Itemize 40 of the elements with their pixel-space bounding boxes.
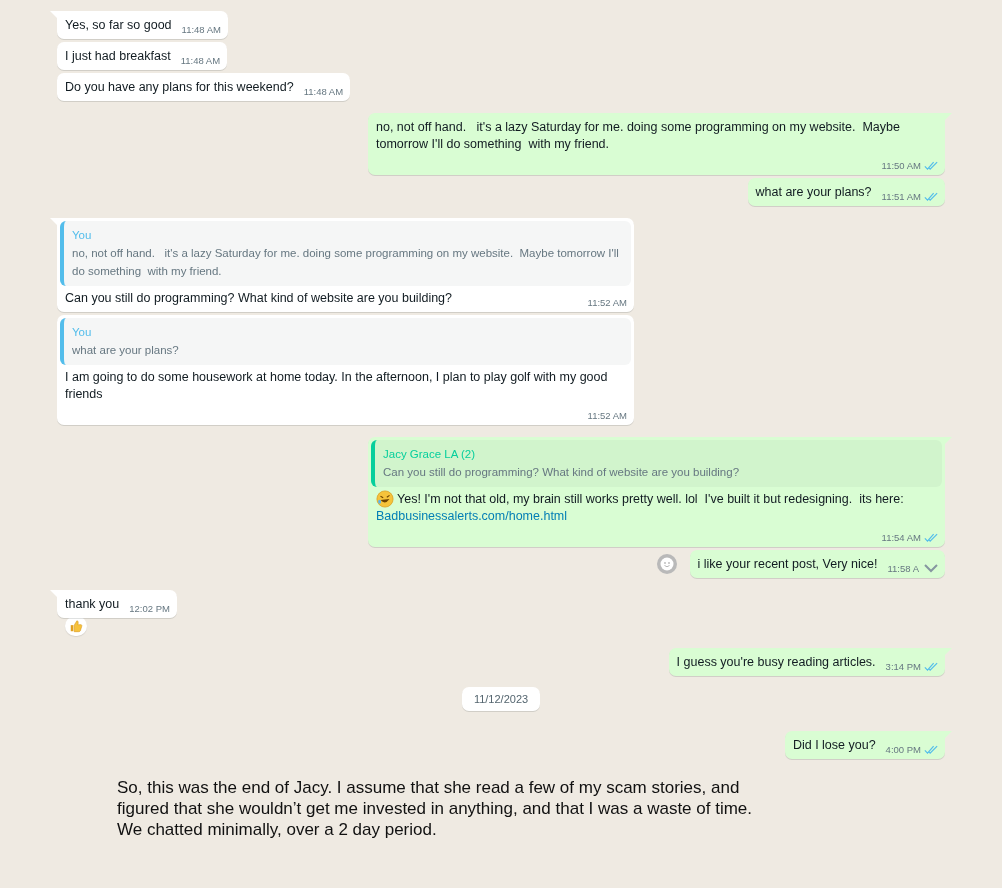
message-link[interactable]: Badbusinessalerts.com/home.html [376,508,568,525]
message-time: 3:14 PM [885,660,921,674]
message-text: thank you [65,596,120,613]
quote-author: You [72,325,93,340]
quoted-message[interactable]: Jacy Grace LA (2) Can you still do programming? What kind of website are you building? [371,440,942,487]
smiley-icon[interactable] [655,553,678,575]
message-time: 4:00 PM [885,743,921,757]
quote-author: You [72,228,93,243]
message-text: I am going to do some housework at home today. In the afternoon, I plan to play golf with my good friends [65,369,609,403]
reaction-badge[interactable] [65,616,87,636]
message-time: 11:50 AM [881,159,921,173]
message-time: 11:58 A [887,562,919,576]
annotation-text: So, this was the end of Jacy. I assume that she read a few of my scam stories, and figured that she wouldn’t get me invested in anything, and that I was a waste of time. We chatted minimally, over a 2 day period. [117,777,754,840]
quote-author: Jacy Grace LA (2) [383,447,477,462]
message-text: what are your plans? [755,184,872,201]
message-time: 11:48 AM [180,54,221,68]
message-time: 11:54 AM [881,531,921,545]
message-text: Yes! I'm not that old, my brain still works pretty well. lol I've built it but redesigning. its here: [397,491,904,508]
message-text: no, not off hand. it's a lazy Saturday for me. doing some programming on my website. Maybe tomorrow I'll do something with my friend. [376,119,901,153]
message-text: Did I lose you? [792,737,876,754]
quote-text: what are your plans? [72,343,180,358]
message-text: Can you still do programming? What kind of website are you building? [65,290,452,307]
message-text: I just had breakfast [65,48,171,65]
chevron-down-icon[interactable] [924,564,938,573]
quote-text: no, not off hand. it's a lazy Saturday for me. doing some programming on my website. Maybe tomorrow I'll do something with my friend. [72,246,620,279]
date-chip: 11/12/2023 [461,687,541,711]
message-time: 11:48 AM [181,23,221,37]
message-time: 11:52 AM [587,409,627,423]
message-time: 11:51 AM [881,190,921,204]
message-text: Yes, so far so good [65,17,172,34]
message-text: Do you have any plans for this weekend? [65,79,294,96]
message-time: 11:48 AM [303,85,344,99]
message-time: 12:02 PM [129,602,170,616]
message-time: 11:52 AM [587,296,627,310]
message-text: I guess you're busy reading articles. [676,654,876,671]
message-text: i like your recent post, Very nice! [697,556,878,573]
quoted-message[interactable]: You what are your plans? [60,318,631,365]
thumbs-up-icon [69,619,83,633]
quoted-message[interactable]: You no, not off hand. it's a lazy Saturday for me. doing some programming on my website. Maybe tomorrow I'll do something with my friend. [60,221,631,286]
quote-text: Can you still do programming? What kind of website are you building? [383,465,741,480]
